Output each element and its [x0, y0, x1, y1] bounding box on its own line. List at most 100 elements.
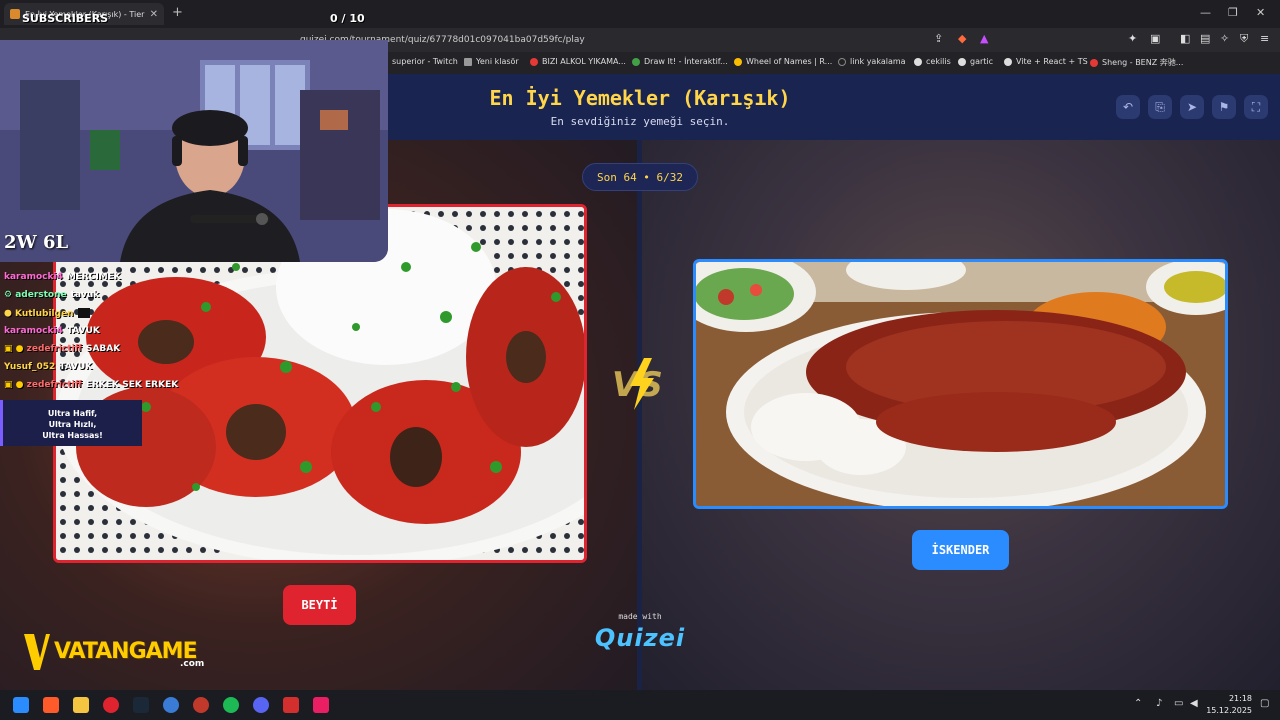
bookmark-item[interactable]: Sheng - BENZ 奔驰... [1090, 57, 1183, 68]
iskender-choice-button[interactable]: İSKENDER [912, 530, 1009, 570]
url-field[interactable]: quizei.com/tournament/quiz/67778d01c0970… [300, 32, 920, 48]
sponsor-ad-box: Ultra Hafif, Ultra Hızlı, Ultra Hassas! [0, 400, 142, 446]
chat-message: ● Kutlubilgen [4, 308, 90, 319]
bookmark-item[interactable]: BIZI ALKOL YIKAMA... [530, 57, 626, 66]
bookmark-icon [958, 57, 966, 66]
chat-user: zedefrictiff [26, 380, 82, 390]
vs-lightning-icon: VS [612, 358, 663, 410]
chat-message: ▣ ● zedefrictiff SABAK [4, 344, 120, 354]
maximize-button[interactable]: ❐ [1228, 6, 1238, 19]
network-icon[interactable]: ▭ [1174, 698, 1183, 709]
share-icon[interactable]: ⎘ [1148, 95, 1172, 119]
clock-date: 15.12.2025 [1206, 706, 1252, 715]
mic-icon[interactable]: ♪ [1156, 698, 1162, 709]
bookmark-item[interactable]: gartic [958, 57, 993, 66]
favicon-icon [10, 9, 20, 19]
bookmark-icon [1004, 57, 1012, 66]
quizei-logo[interactable]: Quizei [580, 624, 700, 652]
wallet-icon[interactable]: ▤ [1200, 32, 1210, 45]
bookmark-icon [530, 57, 538, 66]
bookmark-item[interactable]: superior - Twitch [392, 57, 458, 66]
flag-icon[interactable]: ⚑ [1212, 95, 1236, 119]
taskbar-clock[interactable]: 21:18 15.12.2025 [1192, 693, 1252, 717]
bookmark-item[interactable]: Wheel of Names | R... [734, 57, 832, 66]
sidebar-icon[interactable]: ◧ [1180, 32, 1190, 45]
undo-icon[interactable]: ↶ [1116, 95, 1140, 119]
beyti-choice-button[interactable]: BEYTİ [283, 585, 356, 625]
vpn-icon[interactable]: ⛨ [1240, 32, 1248, 46]
badge-icon: ⚙ [4, 290, 16, 300]
chat-message: karamocki4 MERCIMEK [4, 272, 121, 282]
webcam-overlay [0, 40, 388, 262]
taskbar: ⌃ ♪ ▭ ◀ 21:18 15.12.2025 ▢ [0, 690, 1280, 720]
windows-start-icon[interactable] [13, 697, 29, 713]
iskender-food-image [696, 262, 1225, 506]
bookmark-icon [838, 57, 846, 66]
fullscreen-icon[interactable]: ⛶ [1244, 95, 1268, 119]
chat-text: tavuk [70, 290, 100, 300]
screen: En İyi Yemekler (Karışık) - Tier Li ✕ + … [0, 0, 1280, 720]
send-icon[interactable]: ➤ [1180, 95, 1204, 119]
chat-text: TAVUK [66, 326, 100, 336]
bookmark-item[interactable]: cekilis [914, 57, 951, 66]
chat-user: zedefrictiff [26, 344, 82, 354]
tray-chevron-icon[interactable]: ⌃ [1134, 698, 1142, 709]
app-icon[interactable] [193, 697, 209, 713]
folder-icon [464, 57, 472, 66]
badge-icon: ▣ ● [4, 380, 27, 390]
bookmark-item[interactable]: Yeni klasör [464, 57, 519, 66]
bookmark-icon [1090, 58, 1098, 67]
ad-line: Ultra Hafif, [47, 409, 98, 418]
bookmark-item[interactable]: link yakalama [838, 57, 906, 66]
subscribers-count: 0 / 10 [330, 12, 365, 25]
emote-icon [77, 308, 90, 318]
app-icon[interactable] [283, 697, 299, 713]
browser-tab-bar: En İyi Yemekler (Karışık) - Tier Li ✕ + … [0, 0, 1280, 28]
win-loss-record: 2W 6L [4, 232, 69, 253]
ad-line: Ultra Hızlı, [48, 420, 97, 429]
right-choice-image[interactable] [693, 259, 1228, 509]
badge-icon: ● [4, 308, 15, 319]
brave-shield-icon[interactable]: ◆ [958, 32, 966, 45]
reader-icon[interactable]: ▣ [1150, 32, 1160, 45]
webcam-image [0, 40, 388, 262]
share-page-icon[interactable]: ⇪ [934, 32, 943, 45]
tab-close-icon[interactable]: ✕ [150, 9, 158, 20]
leo-icon[interactable]: ✧ [1220, 32, 1229, 45]
vatan-v-icon [24, 634, 50, 670]
spotify-icon[interactable] [223, 697, 239, 713]
notification-icon[interactable]: ▢ [1260, 698, 1269, 709]
vatangame-logo: VATANGAME .com [22, 632, 222, 672]
bookmark-item[interactable]: Draw It! - İnteraktif... [632, 57, 728, 66]
app-icon[interactable] [163, 697, 179, 713]
chat-text: ERKEK SEK ERKEK [85, 380, 179, 390]
chat-user: Yusuf_052 [4, 362, 56, 372]
app-icon[interactable] [103, 697, 119, 713]
center-divider [637, 140, 642, 690]
new-tab-button[interactable]: + [172, 5, 183, 20]
chat-message: karamocki4 TAVUK [4, 326, 100, 336]
chat-user: karamocki4 [4, 326, 63, 336]
vatangame-text: VATANGAME [54, 639, 198, 664]
brave-taskbar-icon[interactable] [43, 697, 59, 713]
bookmark-item[interactable]: Vite + React + TS [1004, 57, 1088, 66]
chat-user: karamocki4 [4, 272, 63, 282]
chat-message: ▣ ● zedefrictiff ERKEK SEK ERKEK [4, 380, 178, 390]
discord-icon[interactable] [253, 697, 269, 713]
bookmark-icon [632, 57, 640, 66]
clock-time: 21:18 [1228, 694, 1252, 703]
file-explorer-icon[interactable] [73, 697, 89, 713]
chat-message: ⚙ aderstone tavuk [4, 290, 99, 300]
vatangame-domain: .com [180, 659, 205, 669]
chat-text: SABAK [85, 344, 121, 354]
rewards-icon[interactable]: ▲ [980, 32, 988, 45]
app-icon[interactable] [313, 697, 329, 713]
chat-text: MERCIMEK [66, 272, 121, 282]
close-window-button[interactable]: ✕ [1256, 6, 1265, 19]
menu-icon[interactable]: ≡ [1260, 32, 1269, 45]
minimize-button[interactable]: — [1200, 6, 1211, 19]
chat-user: aderstone [15, 290, 67, 300]
steam-icon[interactable] [133, 697, 149, 713]
chat-user: Kutlubilgen [15, 308, 74, 319]
extensions-icon[interactable]: ✦ [1128, 32, 1137, 45]
